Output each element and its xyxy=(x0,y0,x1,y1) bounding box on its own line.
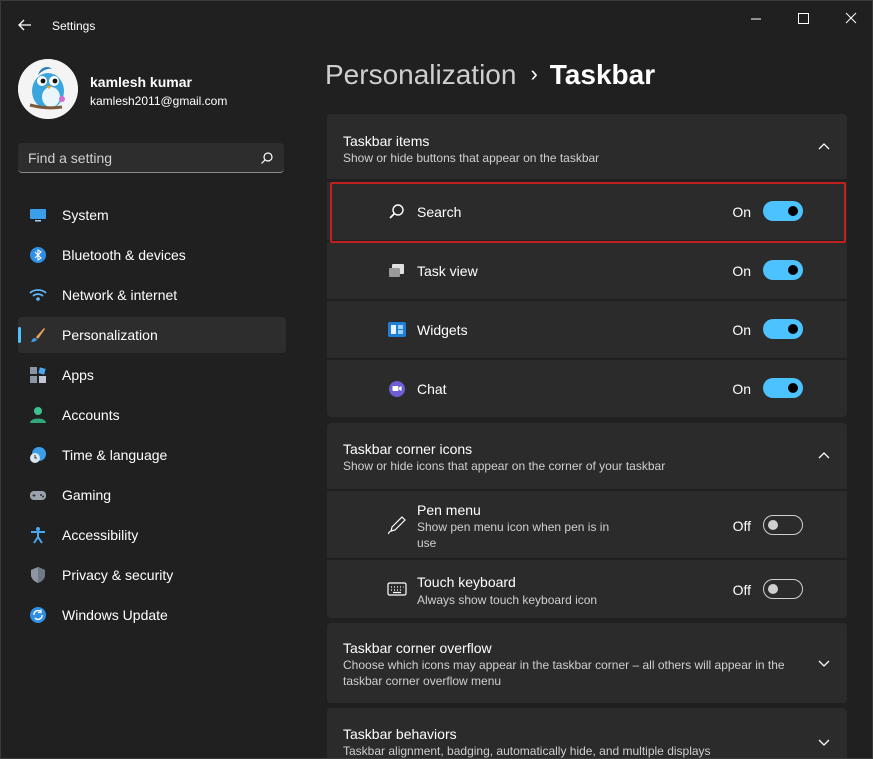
update-icon xyxy=(30,607,46,623)
settings-window: Settings kamlesh kumar kamlesh2011@gmail… xyxy=(0,0,873,759)
sidebar-item-label: System xyxy=(62,207,109,223)
breadcrumb: Personalization › Taskbar xyxy=(325,59,655,91)
active-indicator xyxy=(18,327,21,343)
sidebar-item-system[interactable]: System xyxy=(18,197,286,233)
sidebar-item-windows-update[interactable]: Windows Update xyxy=(18,597,286,633)
taskbar-item-widgets-row: Widgets On xyxy=(327,301,847,358)
gamepad-icon xyxy=(30,491,46,500)
close-button[interactable] xyxy=(831,7,871,31)
keyboard-icon xyxy=(387,582,407,596)
apps-icon xyxy=(30,367,46,383)
user-name: kamlesh kumar xyxy=(90,74,192,90)
taskbar-corner-overflow-card[interactable]: Taskbar corner overflow Choose which ico… xyxy=(327,623,847,703)
sidebar-item-label: Apps xyxy=(62,367,94,383)
widgets-icon xyxy=(388,322,406,337)
sidebar-item-label: Time & language xyxy=(62,447,168,463)
clock-globe-icon xyxy=(30,447,46,463)
chevron-up-icon[interactable] xyxy=(817,449,831,463)
sidebar-item-label: Accessibility xyxy=(62,527,139,543)
sidebar-item-time-language[interactable]: Time & language xyxy=(18,437,286,473)
wifi-icon xyxy=(29,289,47,301)
maximize-button[interactable] xyxy=(783,7,823,31)
toggle-state: Off xyxy=(732,582,751,598)
section-title: Taskbar corner overflow xyxy=(343,640,492,656)
sidebar-item-label: Gaming xyxy=(62,487,112,503)
sidebar-nav: System Bluetooth & devices Network & int… xyxy=(18,197,286,637)
row-description-continued: use xyxy=(417,536,437,550)
section-subtitle: Show or hide buttons that appear on the … xyxy=(343,151,600,165)
pen-menu-toggle[interactable] xyxy=(763,515,803,535)
minimize-button[interactable] xyxy=(736,7,776,31)
row-label: Chat xyxy=(417,381,447,397)
task-view-toggle[interactable] xyxy=(763,260,803,280)
row-label: Pen menu xyxy=(417,502,481,518)
sidebar-item-accounts[interactable]: Accounts xyxy=(18,397,286,433)
sidebar-item-network[interactable]: Network & internet xyxy=(18,277,286,313)
corner-icon-touch-keyboard-row: Touch keyboard Always show touch keyboar… xyxy=(327,560,847,618)
sidebar-item-label: Bluetooth & devices xyxy=(62,247,186,263)
sidebar-item-accessibility[interactable]: Accessibility xyxy=(18,517,286,553)
sidebar-item-label: Accounts xyxy=(62,407,120,423)
taskbar-item-chat-row: Chat On xyxy=(327,360,847,417)
window-title: Settings xyxy=(52,19,96,33)
touch-keyboard-toggle[interactable] xyxy=(763,579,803,599)
sidebar-item-privacy[interactable]: Privacy & security xyxy=(18,557,286,593)
accessibility-icon xyxy=(31,527,45,544)
avatar[interactable] xyxy=(18,59,78,119)
sidebar-item-label: Privacy & security xyxy=(62,567,174,583)
sidebar-item-apps[interactable]: Apps xyxy=(18,357,286,393)
search-icon[interactable] xyxy=(260,151,274,165)
section-subtitle: Taskbar alignment, badging, automaticall… xyxy=(343,744,711,758)
monitor-icon xyxy=(30,209,46,222)
toggle-state: On xyxy=(732,322,751,338)
page-title: Taskbar xyxy=(549,59,656,90)
toggle-state: On xyxy=(732,263,751,279)
brush-icon xyxy=(31,328,45,342)
chevron-down-icon[interactable] xyxy=(817,656,831,670)
chat-icon xyxy=(389,381,405,397)
bluetooth-icon xyxy=(30,247,46,263)
section-title: Taskbar items xyxy=(343,133,430,149)
taskbar-corner-icons-header[interactable]: Taskbar corner icons Show or hide icons … xyxy=(327,423,847,489)
row-description: Show pen menu icon when pen is in xyxy=(417,520,610,534)
sidebar-item-label: Windows Update xyxy=(62,607,168,623)
back-arrow-icon[interactable] xyxy=(15,15,35,35)
chevron-down-icon[interactable] xyxy=(817,735,831,749)
chevron-up-icon[interactable] xyxy=(817,140,831,154)
section-subtitle: Choose which icons may appear in the tas… xyxy=(343,658,785,672)
user-email: kamlesh2011@gmail.com xyxy=(90,94,228,108)
bird-avatar-icon xyxy=(18,59,78,119)
pen-icon xyxy=(388,516,406,535)
title-bar: Settings xyxy=(1,1,872,49)
search-row-highlight xyxy=(330,182,846,243)
sidebar-item-gaming[interactable]: Gaming xyxy=(18,477,286,513)
person-icon xyxy=(30,407,46,423)
sidebar-item-label: Personalization xyxy=(62,327,158,343)
breadcrumb-parent[interactable]: Personalization xyxy=(325,59,516,90)
shield-icon xyxy=(31,567,45,583)
section-subtitle: Show or hide icons that appear on the co… xyxy=(343,459,666,473)
search-box[interactable] xyxy=(18,143,284,173)
breadcrumb-separator: › xyxy=(530,61,538,86)
toggle-state: On xyxy=(732,381,751,397)
corner-icon-pen-menu-row: Pen menu Show pen menu icon when pen is … xyxy=(327,491,847,558)
section-title: Taskbar corner icons xyxy=(343,441,473,457)
row-label: Widgets xyxy=(417,322,468,338)
sidebar-item-bluetooth[interactable]: Bluetooth & devices xyxy=(18,237,286,273)
row-label: Task view xyxy=(417,263,478,279)
toggle-state: Off xyxy=(732,518,751,534)
search-input[interactable] xyxy=(28,149,248,167)
section-title: Taskbar behaviors xyxy=(343,726,457,742)
task-view-icon xyxy=(389,264,404,277)
section-subtitle-continued: taskbar corner overflow menu xyxy=(343,674,502,688)
taskbar-items-header[interactable]: Taskbar items Show or hide buttons that … xyxy=(327,114,847,179)
widgets-toggle[interactable] xyxy=(763,319,803,339)
sidebar-item-personalization[interactable]: Personalization xyxy=(18,317,286,353)
taskbar-item-task-view-row: Task view On xyxy=(327,242,847,299)
chat-toggle[interactable] xyxy=(763,378,803,398)
sidebar-item-label: Network & internet xyxy=(62,287,178,303)
row-label: Touch keyboard xyxy=(417,574,516,590)
row-description: Always show touch keyboard icon xyxy=(417,593,598,607)
taskbar-behaviors-card[interactable]: Taskbar behaviors Taskbar alignment, bad… xyxy=(327,708,847,758)
